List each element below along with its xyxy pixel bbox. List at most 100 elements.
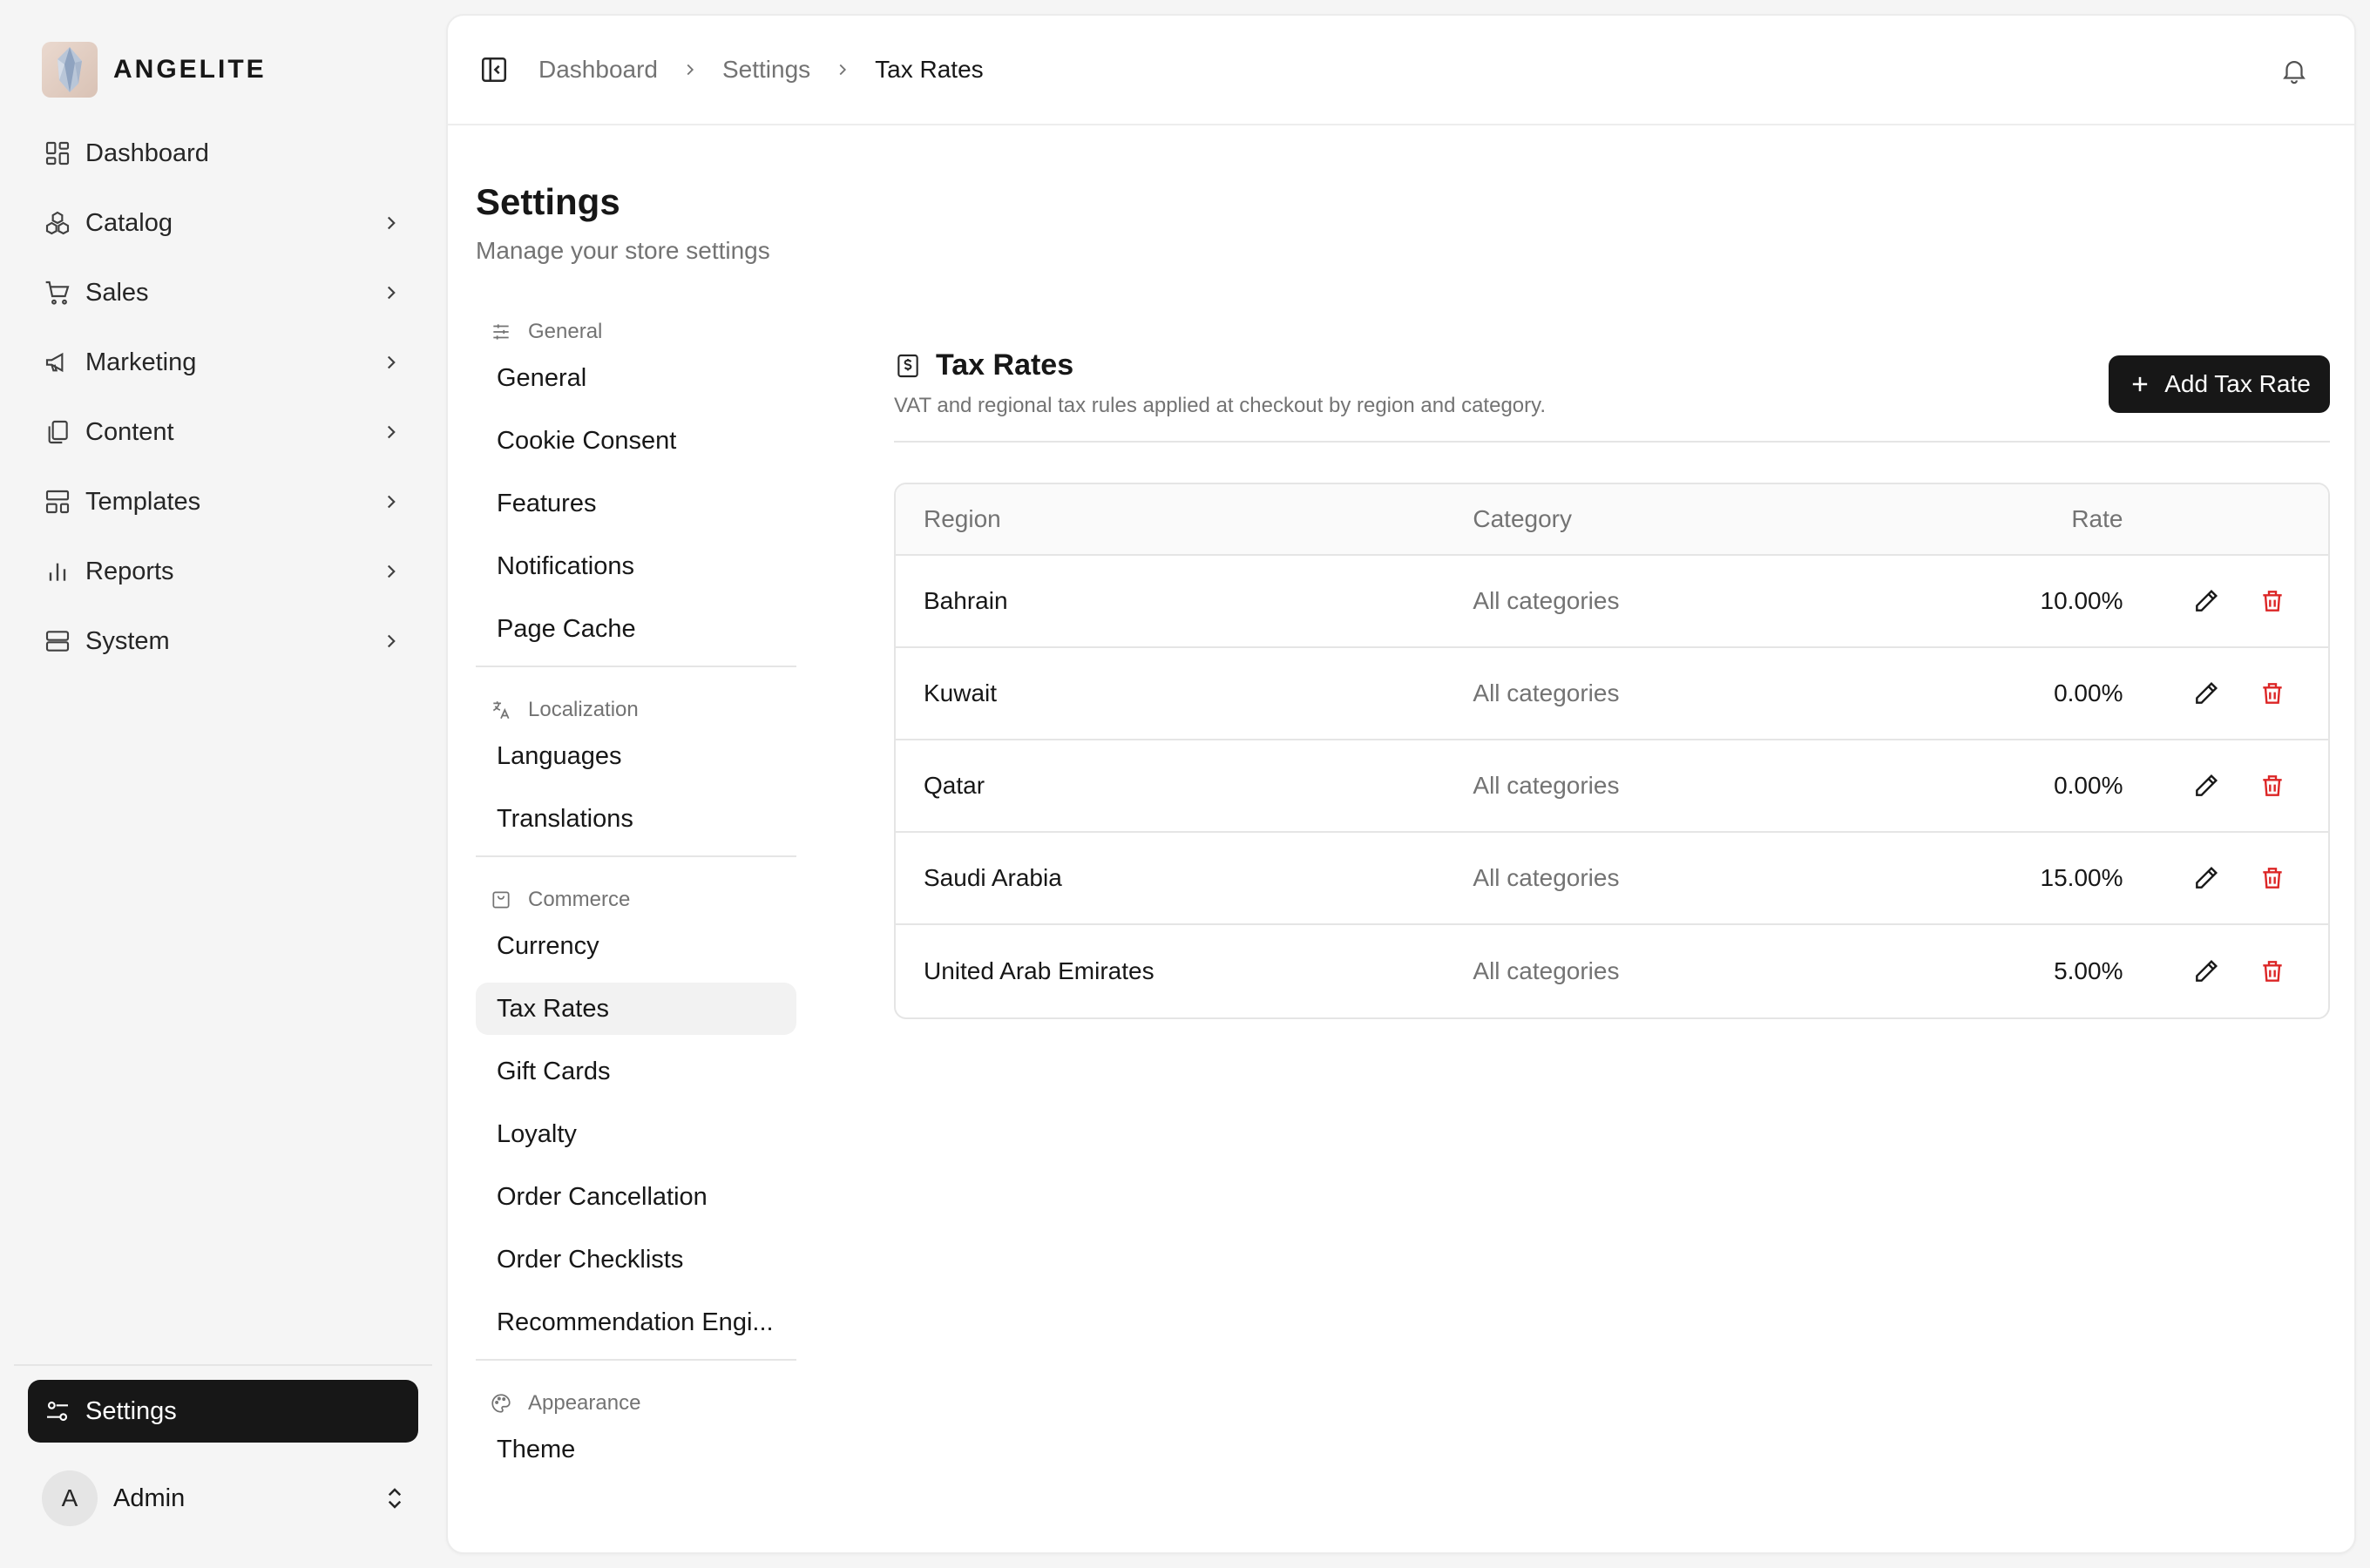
cell-region: Kuwait [924, 679, 998, 706]
group-heading-localization: Localization [476, 690, 796, 730]
tax-rates-description: VAT and regional tax rules applied at ch… [894, 394, 1547, 417]
page-subtitle: Manage your store settings [476, 237, 770, 264]
subnav-item-notifications[interactable]: Notifications [476, 540, 796, 592]
nav-label: Reports [85, 557, 174, 585]
breadcrumb-dashboard[interactable]: Dashboard [538, 56, 658, 84]
subnav-item-features[interactable]: Features [476, 477, 796, 530]
delete-trash-icon[interactable] [2258, 957, 2286, 985]
brand-logo [42, 42, 98, 98]
nav-item-reports[interactable]: Reports [28, 540, 418, 603]
tax-rates-table: Region Category Rate Bahrain All categor… [894, 483, 2330, 1019]
cell-region: Qatar [924, 772, 985, 799]
bell-icon[interactable] [2279, 56, 2309, 85]
cell-category: All categories [1473, 957, 1620, 984]
nav-label: Sales [85, 278, 149, 307]
subnav-item-languages[interactable]: Languages [476, 730, 796, 782]
delete-trash-icon[interactable] [2258, 864, 2286, 892]
delete-trash-icon[interactable] [2258, 772, 2286, 800]
table-row: United Arab Emirates All categories 5.00… [896, 925, 2328, 1017]
group-heading-label: General [528, 320, 603, 343]
chevron-right-icon [387, 634, 396, 648]
subnav-item-loyalty[interactable]: Loyalty [476, 1108, 796, 1160]
edit-pencil-icon[interactable] [2192, 587, 2220, 615]
add-tax-rate-label: Add Tax Rate [2164, 370, 2311, 397]
plus-icon [2133, 376, 2148, 392]
row-actions [2123, 679, 2328, 707]
delete-trash-icon[interactable] [2258, 679, 2286, 707]
nav-item-settings[interactable]: Settings [28, 1380, 418, 1443]
nav-item-content[interactable]: Content [28, 401, 418, 463]
brand[interactable]: ANGELITE [42, 42, 267, 98]
breadcrumb-settings[interactable]: Settings [722, 56, 810, 84]
dashboard-icon [45, 141, 70, 166]
nav-item-system[interactable]: System [28, 610, 418, 672]
subnav-item-translations[interactable]: Translations [476, 793, 796, 845]
table-row: Bahrain All categories 10.00% [896, 556, 2328, 648]
breadcrumb-current: Tax Rates [875, 56, 984, 83]
avatar: A [42, 1470, 98, 1526]
chevron-right-icon [387, 286, 396, 300]
subnav-divider [476, 666, 796, 667]
cell-rate: 0.00% [2054, 679, 2123, 706]
table-header: Region Category Rate [896, 484, 2328, 556]
subnav-item-recommendation-engine[interactable]: Recommendation Engi... [476, 1296, 796, 1348]
subnav-item-page-cache[interactable]: Page Cache [476, 603, 796, 655]
edit-pencil-icon[interactable] [2192, 772, 2220, 800]
cell-region: Saudi Arabia [924, 864, 1062, 891]
table-row: Saudi Arabia All categories 15.00% [896, 833, 2328, 925]
chevron-right-icon [387, 564, 396, 578]
add-tax-rate-button[interactable]: Add Tax Rate [2109, 355, 2330, 413]
nav-item-marketing[interactable]: Marketing [28, 331, 418, 394]
table-row: Kuwait All categories 0.00% [896, 648, 2328, 740]
files-icon [48, 420, 68, 444]
group-heading-appearance: Appearance [476, 1383, 796, 1423]
group-heading-label: Commerce [528, 888, 631, 911]
nav-item-dashboard[interactable]: Dashboard [28, 122, 418, 185]
nav-label: System [85, 626, 170, 655]
subnav-divider [476, 855, 796, 857]
group-heading-general: General [476, 312, 796, 352]
cell-region: Bahrain [924, 587, 1008, 614]
sliders-icon [493, 324, 509, 340]
nav-item-sales[interactable]: Sales [28, 261, 418, 324]
chevron-right-icon [387, 216, 396, 230]
tax-rates-title: Tax Rates [936, 348, 1074, 382]
breadcrumb-separator-icon [687, 64, 694, 76]
delete-trash-icon[interactable] [2258, 587, 2286, 615]
subnav-item-order-checklists[interactable]: Order Checklists [476, 1233, 796, 1286]
subnav-item-cookie-consent[interactable]: Cookie Consent [476, 415, 796, 467]
cart-icon [45, 280, 70, 305]
brand-name: ANGELITE [113, 55, 267, 84]
user-menu[interactable]: A Admin [42, 1470, 408, 1526]
main-panel: Dashboard Settings Tax Rates Settings Ma… [446, 14, 2356, 1554]
subnav-item-gift-cards[interactable]: Gift Cards [476, 1045, 796, 1098]
subnav-item-currency[interactable]: Currency [476, 920, 796, 972]
subnav-item-theme[interactable]: Theme [476, 1423, 796, 1476]
section-divider [894, 441, 2330, 443]
receipt-dollar-icon [897, 354, 918, 378]
layout-icon [45, 490, 70, 514]
page-title: Settings [476, 181, 620, 222]
nav-label: Templates [85, 487, 201, 516]
subnav-item-tax-rates[interactable]: Tax Rates [476, 983, 796, 1035]
group-heading-label: Appearance [528, 1391, 641, 1415]
user-name: Admin [113, 1484, 186, 1512]
cell-rate: 10.00% [2040, 587, 2123, 614]
nav-label: Dashboard [85, 139, 209, 167]
cell-rate: 5.00% [2054, 957, 2123, 984]
edit-pencil-icon[interactable] [2192, 864, 2220, 892]
topbar: Dashboard Settings Tax Rates [448, 16, 2354, 125]
nav-item-catalog[interactable]: Catalog [28, 192, 418, 254]
subnav-item-order-cancellation[interactable]: Order Cancellation [476, 1171, 796, 1223]
table-row: Qatar All categories 0.00% [896, 740, 2328, 833]
edit-pencil-icon[interactable] [2192, 957, 2220, 985]
cell-category: All categories [1473, 587, 1620, 614]
megaphone-icon [45, 352, 64, 373]
chevron-right-icon [387, 495, 396, 509]
edit-pencil-icon[interactable] [2192, 679, 2220, 707]
nav-label: Catalog [85, 208, 173, 237]
nav-item-templates[interactable]: Templates [28, 470, 418, 533]
subnav-item-general[interactable]: General [476, 352, 796, 404]
sidebar-toggle-icon[interactable] [479, 55, 509, 84]
cell-rate: 15.00% [2040, 864, 2123, 891]
